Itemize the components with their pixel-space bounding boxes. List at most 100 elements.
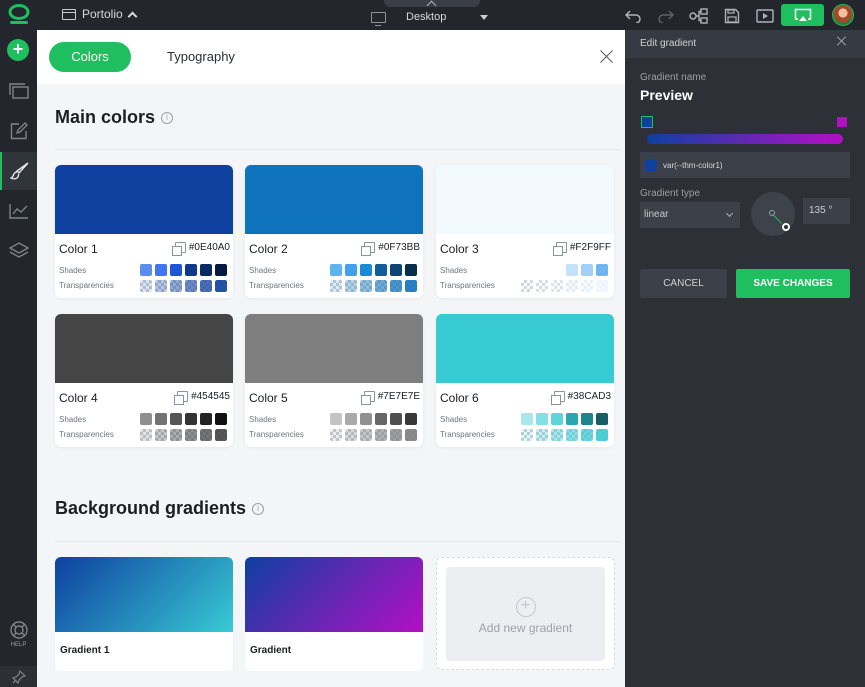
color-hex[interactable]: #0F73BB [361, 242, 420, 256]
transparency-swatch[interactable] [390, 429, 402, 441]
save-changes-button[interactable]: SAVE CHANGES [736, 269, 850, 298]
copy-icon[interactable] [550, 391, 565, 405]
copy-icon[interactable] [360, 391, 375, 405]
color-hex[interactable]: #7E7E7E [360, 391, 420, 405]
shade-swatch[interactable] [170, 413, 182, 425]
shade-swatch[interactable] [200, 413, 212, 425]
color-card[interactable]: Color 3 #F2F9FF Shades Transparencies [436, 165, 614, 298]
transparency-swatch[interactable] [170, 429, 182, 441]
shade-swatch[interactable] [345, 264, 357, 276]
color-hex[interactable]: #38CAD3 [550, 391, 611, 405]
dial-handle[interactable] [782, 223, 790, 231]
shade-swatch[interactable] [596, 413, 608, 425]
shade-swatch[interactable] [345, 413, 357, 425]
save-button[interactable] [715, 6, 748, 26]
copy-icon[interactable] [171, 242, 186, 256]
gradient-type-select[interactable]: linear [640, 202, 740, 228]
transparency-swatch[interactable] [405, 429, 417, 441]
shade-swatch[interactable] [405, 264, 417, 276]
transparency-swatch[interactable] [405, 280, 417, 292]
sidebar-item-edit[interactable] [0, 112, 37, 150]
shade-swatch[interactable] [581, 264, 593, 276]
user-avatar[interactable] [832, 4, 854, 26]
shade-swatch[interactable] [375, 264, 387, 276]
color-swatch[interactable] [245, 165, 423, 234]
shade-swatch[interactable] [360, 264, 372, 276]
shade-swatch[interactable] [155, 413, 167, 425]
shade-swatch[interactable] [330, 413, 342, 425]
shade-swatch[interactable] [566, 264, 578, 276]
transparency-swatch[interactable] [155, 429, 167, 441]
publish-button[interactable] [781, 4, 824, 26]
transparency-swatch[interactable] [170, 280, 182, 292]
transparency-swatch[interactable] [215, 429, 227, 441]
color-hex[interactable]: #0E40A0 [171, 242, 230, 256]
color-card[interactable]: Color 4 #454545 Shades Transparencies [55, 314, 233, 447]
color-card[interactable]: Color 5 #7E7E7E Shades Transparencies [245, 314, 423, 447]
color-swatch[interactable] [436, 165, 614, 234]
color-hex[interactable]: #F2F9FF [552, 242, 611, 256]
transparency-swatch[interactable] [345, 429, 357, 441]
shade-swatch[interactable] [390, 264, 402, 276]
close-icon[interactable] [837, 36, 847, 46]
transparency-swatch[interactable] [390, 280, 402, 292]
shade-swatch[interactable] [521, 413, 533, 425]
shade-swatch[interactable] [375, 413, 387, 425]
info-icon[interactable]: i [161, 111, 174, 124]
transparency-swatch[interactable] [200, 429, 212, 441]
transparency-swatch[interactable] [566, 280, 578, 292]
copy-icon[interactable] [552, 242, 567, 256]
stop-color-field[interactable]: var(--thm-color1) [640, 152, 850, 178]
transparency-swatch[interactable] [200, 280, 212, 292]
color-card[interactable]: Color 1 #0E40A0 Shades Transparencies [55, 165, 233, 298]
redo-button[interactable] [649, 6, 682, 26]
transparency-swatch[interactable] [536, 280, 548, 292]
sidebar-item-design[interactable] [0, 152, 37, 190]
transparency-swatch[interactable] [330, 429, 342, 441]
transparency-swatch[interactable] [155, 280, 167, 292]
collapse-tab-handle[interactable] [384, 0, 480, 7]
undo-button[interactable] [616, 6, 649, 26]
transparency-swatch[interactable] [330, 280, 342, 292]
help-button[interactable]: HELP [0, 620, 37, 648]
add-gradient-area[interactable]: + Add new gradient [446, 567, 605, 661]
info-icon[interactable]: i [252, 502, 265, 515]
color-swatch[interactable] [436, 314, 614, 383]
shade-swatch[interactable] [566, 413, 578, 425]
close-panel-button[interactable] [600, 50, 613, 63]
transparency-swatch[interactable] [375, 280, 387, 292]
add-element-button[interactable]: + [7, 39, 29, 61]
transparency-swatch[interactable] [521, 280, 533, 292]
shade-swatch[interactable] [330, 264, 342, 276]
transparency-swatch[interactable] [551, 280, 563, 292]
play-preview-button[interactable] [748, 6, 781, 26]
transparency-swatch[interactable] [215, 280, 227, 292]
shade-swatch[interactable] [581, 413, 593, 425]
transparency-swatch[interactable] [375, 429, 387, 441]
angle-input[interactable]: 135 ° [803, 198, 850, 224]
site-selector[interactable]: Portolio [62, 7, 138, 21]
transparency-swatch[interactable] [185, 280, 197, 292]
angle-dial[interactable] [751, 192, 795, 236]
shade-swatch[interactable] [360, 413, 372, 425]
color-card[interactable]: Color 6 #38CAD3 Shades Transparencies [436, 314, 614, 447]
transparency-swatch[interactable] [140, 280, 152, 292]
gradient-stop-start[interactable] [641, 116, 653, 128]
cancel-button[interactable]: CANCEL [640, 269, 727, 298]
shade-swatch[interactable] [140, 264, 152, 276]
color-card[interactable]: Color 2 #0F73BB Shades Transparencies [245, 165, 423, 298]
shade-swatch[interactable] [170, 264, 182, 276]
transparency-swatch[interactable] [360, 429, 372, 441]
copy-icon[interactable] [361, 242, 376, 256]
color-swatch[interactable] [55, 314, 233, 383]
shade-swatch[interactable] [390, 413, 402, 425]
gradient-name-value[interactable]: Preview [640, 87, 693, 103]
transparency-swatch[interactable] [566, 429, 578, 441]
transparency-swatch[interactable] [521, 429, 533, 441]
shade-swatch[interactable] [200, 264, 212, 276]
sidebar-item-analytics[interactable] [0, 192, 37, 230]
color-swatch[interactable] [55, 165, 233, 234]
shade-swatch[interactable] [405, 413, 417, 425]
transparency-swatch[interactable] [360, 280, 372, 292]
tab-colors[interactable]: Colors [49, 42, 131, 72]
